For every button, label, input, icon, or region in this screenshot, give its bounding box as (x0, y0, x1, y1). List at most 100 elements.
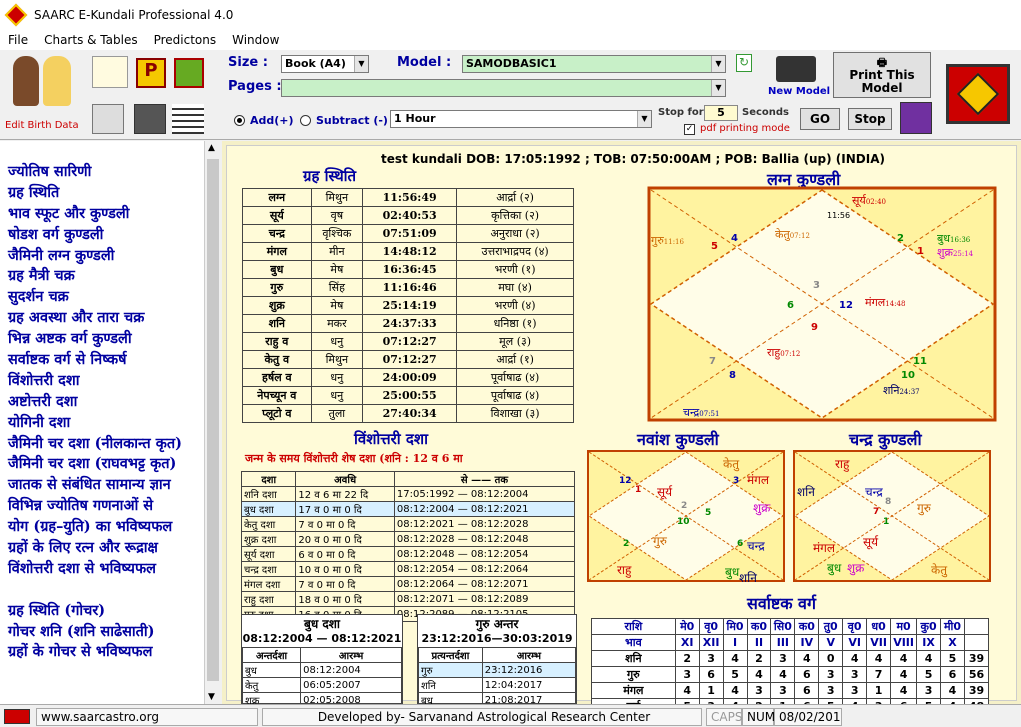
table-cell: 39 (963, 650, 990, 667)
table-row[interactable]: सूर्य दशा 6 व 0 मा 0 दि 08:12:2048 — 08:12… (240, 546, 576, 562)
report-list-item[interactable]: भाव स्फूट और कुण्डली (0, 203, 218, 224)
report-list-item[interactable]: विंशोत्तरी दशा (0, 370, 218, 391)
menu-file[interactable]: File (0, 33, 36, 47)
add-radio[interactable] (234, 115, 245, 126)
scroll-down-icon[interactable]: ▼ (208, 692, 215, 702)
printer-icon[interactable] (92, 104, 124, 134)
table-row[interactable]: केतु दशा 7 व 0 मा 0 दि 08:12:2021 — 08:12:… (240, 516, 576, 532)
new-model-button[interactable]: New Model (768, 54, 830, 100)
table-cell: V (818, 634, 844, 651)
model-select[interactable]: SAMODBASIC1 ▼ (462, 55, 726, 73)
table-cell: 39 (963, 682, 990, 699)
interval-select[interactable]: 1 Hour ▼ (390, 110, 652, 128)
report-list-item[interactable]: जातक से संबंधित सामान्य ज्ञान (0, 474, 218, 495)
table-cell: सूर्य दशा (240, 546, 297, 562)
table-cell: 08:12:2054 — 08:12:2064 (393, 561, 576, 577)
stop-button[interactable]: Stop (848, 108, 892, 130)
table-cell: सूर्य (242, 206, 312, 225)
edit-birth-data-button[interactable]: Edit Birth Data (3, 52, 85, 134)
scroll-up-icon[interactable]: ▲ (208, 143, 215, 153)
table-row[interactable]: शुक्र 02:05:2008 (241, 692, 402, 704)
table-row: लग्न मिथुन 11:56:49 आर्द्रा (२) (242, 188, 574, 207)
report-list-item[interactable]: ग्रह स्थिति (0, 182, 218, 203)
report-list-item[interactable]: विंशोत्तरी दशा से भविष्यफल (0, 558, 218, 579)
print-model-button[interactable]: 🖶 Print This Model (833, 52, 931, 98)
panchang-icon[interactable]: P (136, 58, 166, 88)
subtract-radio[interactable] (300, 115, 311, 126)
svg-text:केतु: केतु (931, 563, 948, 578)
graha-title: ग्रह स्थिति (303, 167, 357, 185)
size-select[interactable]: Book (A4) ▼ (281, 55, 369, 73)
table-cell: 23:12:2016 (481, 662, 577, 678)
table-cell: 5 (722, 666, 748, 683)
report-list-item[interactable]: सुदर्शन चक्र (0, 286, 218, 307)
table-cell: मेष (310, 260, 364, 279)
menu-predictions[interactable]: Predictons (146, 33, 225, 47)
table-row: भाव XI XII I II III IV V VI VII VIII IX X (591, 634, 990, 651)
report-list-item[interactable]: ग्रहों के लिए रत्न और रूद्राक्ष (0, 537, 218, 558)
pages-select[interactable]: ▼ (281, 79, 726, 97)
report-list-item[interactable]: ग्रह स्थिति (गोचर) (0, 600, 218, 621)
report-list-item[interactable]: ग्रहों के गोचर से भविष्यफल (0, 641, 218, 662)
table-row[interactable]: गुरु 23:12:2016 (418, 662, 577, 678)
report-list-item[interactable]: योग (ग्रह–युति) का भविष्यफल (0, 516, 218, 537)
refresh-icon[interactable]: ↻ (736, 54, 752, 72)
go-button[interactable]: GO (800, 108, 840, 130)
list-icon[interactable] (172, 104, 204, 134)
title-bar: SAARC E-Kundali Professional 4.0 (0, 0, 1021, 30)
menu-charts[interactable]: Charts & Tables (36, 33, 146, 47)
table-cell: 08:12:2071 — 08:12:2089 (393, 591, 576, 607)
table-row[interactable]: मंगल दशा 7 व 0 मा 0 दि 08:12:2064 — 08:12:… (240, 576, 576, 592)
table-cell: गुरु (418, 662, 483, 678)
table-cell: धनु (310, 332, 364, 351)
vertical-scrollbar[interactable]: ▲ ▼ (204, 141, 221, 704)
table-cell: 6 (794, 682, 820, 699)
table-row[interactable]: केतु 06:05:2007 (241, 677, 402, 693)
report-list-item[interactable]: षोडश वर्ग कुण्डली (0, 224, 218, 245)
report-list-item[interactable]: विभिन्न ज्योतिष गणनाओं से (0, 495, 218, 516)
table-row[interactable]: राहु दशा 18 व 0 मा 0 दि 08:12:2071 — 08:12… (240, 591, 576, 607)
report-list-item[interactable]: जैमिनी चर दशा (नीलकान्त कृत) (0, 433, 218, 454)
chart-grid-icon[interactable] (174, 58, 204, 88)
table-row[interactable]: चन्द्र दशा 10 व 0 मा 0 दि 08:12:2054 — 08:… (240, 561, 576, 577)
print-batch-icon[interactable] (134, 104, 166, 134)
table-row[interactable]: बुध 21:08:2017 (418, 692, 577, 704)
report-list-item[interactable]: अष्टोत्तरी दशा (0, 391, 218, 412)
report-list-item[interactable]: ग्रह अवस्था और तारा चक्र (0, 307, 218, 328)
table-cell: उत्तराभाद्रपद (४) (456, 242, 574, 261)
table-row[interactable]: शनि 12:04:2017 (418, 677, 577, 693)
report-list-item[interactable]: सर्वाष्टक वर्ग से निष्कर्ष (0, 349, 218, 370)
report-list-item[interactable]: गोचर शनि (शनि साढेसाती) (0, 621, 218, 642)
pdf-checkbox[interactable]: ✓ (684, 124, 695, 135)
table-row[interactable]: बुध 08:12:2004 (241, 662, 402, 678)
report-list-item[interactable]: जैमिनी लग्न कुण्डली (0, 245, 218, 266)
table-cell: 11:56:49 (362, 188, 458, 207)
report-list-item[interactable]: भिन्न अष्टक वर्ग कुण्डली (0, 328, 218, 349)
scroll-thumb[interactable] (207, 159, 219, 681)
table-cell: 08:12:2021 — 08:12:2028 (393, 516, 576, 532)
report-list-item[interactable]: ग्रह मैत्री चक्र (0, 265, 218, 286)
guru-range: 23:12:2016—30:03:2019 (421, 632, 573, 645)
table-cell: भरणी (४) (456, 296, 574, 315)
report-list-item[interactable]: ज्योतिष सारिणी (0, 161, 218, 182)
svg-text:2: 2 (681, 501, 687, 511)
menu-window[interactable]: Window (224, 33, 287, 47)
table-cell: 08:12:2004 (300, 662, 402, 678)
table-row[interactable]: शुक्र दशा 20 व 0 मा 0 दि 08:12:2028 — 08:1… (240, 531, 576, 547)
book-icon[interactable] (92, 56, 128, 88)
report-list-item[interactable]: योगिनी दशा (0, 412, 218, 433)
table-cell: 3 (818, 682, 844, 699)
seconds-input[interactable]: 5 (704, 105, 738, 121)
help-book-icon[interactable] (900, 102, 932, 134)
sarva-title: सर्वाष्टक वर्ग (747, 594, 816, 613)
budh-table: अन्तर्दशा आरम्भ बुध 08:12:2004 केतु 06:05:200… (241, 647, 402, 704)
report-list-item[interactable] (0, 579, 218, 600)
table-cell: लग्न (242, 188, 312, 207)
navamsa-title: नवांश कुण्डली (637, 430, 719, 449)
table-row[interactable]: बुध दशा 17 व 0 मा 0 दि 08:12:2004 — 08:12:… (240, 501, 576, 517)
chevron-down-icon: ▼ (637, 111, 651, 127)
table-header-row: प्रत्यन्तर्दशा आरम्भ (418, 647, 577, 663)
table-cell: मिथुन (310, 188, 364, 207)
report-list-item[interactable]: जैमिनी चर दशा (राघवभट्ट कृत) (0, 453, 218, 474)
table-row[interactable]: शनि दशा 12 व 6 मा 22 दि 17:05:1992 — 08:12… (240, 486, 576, 502)
